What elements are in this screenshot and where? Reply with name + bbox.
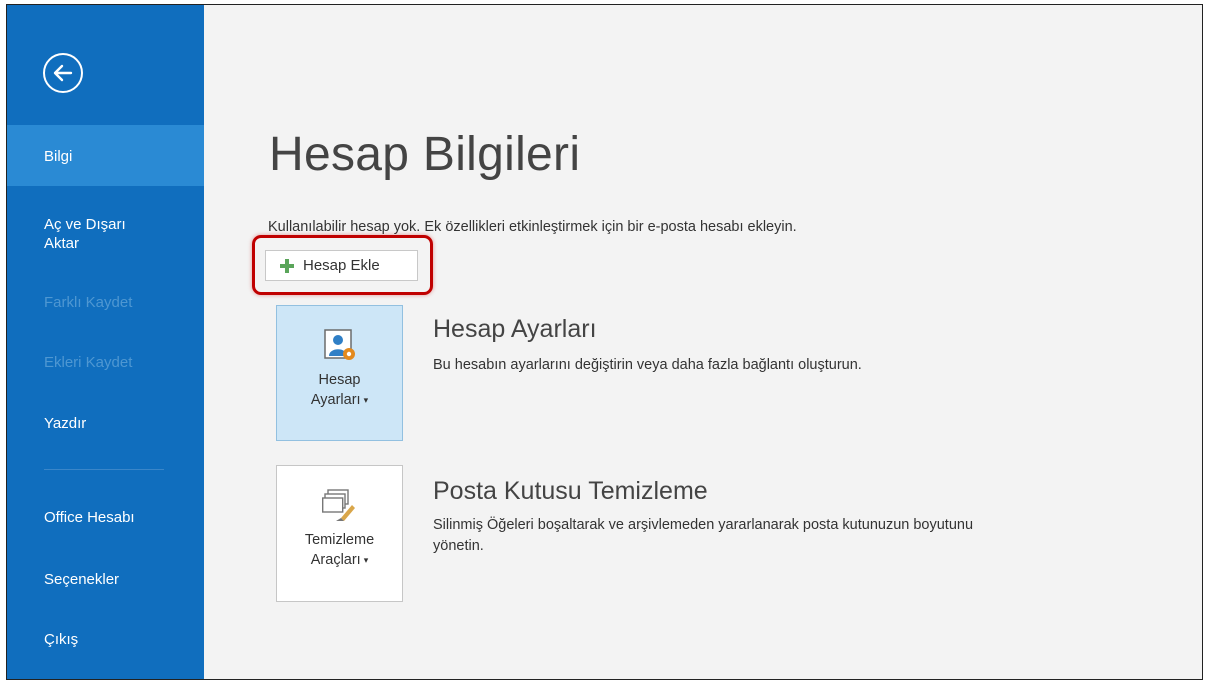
account-settings-description: Bu hesabın ayarlarını değiştirin veya da…: [433, 357, 862, 373]
nav-item-save-attachments: Ekleri Kaydet: [7, 353, 204, 372]
nav-item-info[interactable]: Bilgi: [7, 125, 204, 186]
tile-label: Temizleme: [304, 532, 375, 548]
nav-item-exit[interactable]: Çıkış: [7, 630, 204, 649]
nav-item-label: Seçenekler: [44, 571, 120, 588]
tile-label: Hesap: [318, 372, 361, 388]
back-button[interactable]: [43, 53, 83, 93]
nav-item-label: Office Hesabı: [44, 509, 135, 526]
tile-label: Ayarları: [310, 392, 361, 408]
add-account-button[interactable]: Hesap Ekle: [265, 250, 418, 281]
page-title: Hesap Bilgileri: [269, 128, 581, 181]
nav-item-label: Ekleri Kaydet: [44, 354, 133, 371]
mailbox-cleanup-title: Posta Kutusu Temizleme: [433, 477, 708, 505]
account-settings-button[interactable]: Hesap Ayarları ▾: [276, 305, 403, 441]
account-settings-title: Hesap Ayarları: [433, 315, 597, 343]
account-settings-icon: [323, 329, 355, 360]
plus-icon: [280, 258, 294, 273]
tile-label-with-caret: Ayarları ▾: [311, 390, 368, 410]
backstage-sidebar: Bilgi Aç ve Dışarı Aktar Farklı Kaydet E…: [7, 5, 204, 679]
nav-item-print[interactable]: Yazdır: [7, 414, 204, 433]
nav-item-label: Aktar: [44, 235, 80, 252]
nav-item-label: Çıkış: [44, 631, 79, 648]
mailbox-cleanup-description: Silinmiş Öğeleri boşaltarak ve arşivleme…: [433, 515, 1153, 557]
nav-item-open-export[interactable]: Aç ve Dışarı Aktar: [7, 215, 204, 253]
nav-divider: [44, 469, 164, 470]
tile-label: Araçları: [310, 552, 361, 568]
nav-item-options[interactable]: Seçenekler: [7, 570, 204, 589]
nav-item-save-as: Farklı Kaydet: [7, 293, 204, 312]
arrow-left-circle-icon: [53, 64, 73, 82]
dropdown-caret-icon: ▾: [363, 555, 369, 566]
nav-item-label: Farklı Kaydet: [44, 294, 133, 311]
description-line: yönetin.: [433, 538, 484, 554]
info-text: Kullanılabilir hesap yok. Ek özellikleri…: [268, 219, 797, 235]
nav-item-office-account[interactable]: Office Hesabı: [7, 508, 204, 527]
cleanup-tools-button[interactable]: Temizleme Araçları ▾: [276, 465, 403, 602]
add-account-label: Hesap Ekle: [303, 257, 380, 274]
cleanup-tools-icon: [321, 489, 355, 521]
nav-item-label: Yazdır: [44, 415, 87, 432]
tile-label-with-caret: Araçları ▾: [311, 550, 369, 570]
main-content: Hesap Bilgileri Kullanılabilir hesap yok…: [204, 5, 1202, 679]
backstage-window: Bilgi Aç ve Dışarı Aktar Farklı Kaydet E…: [6, 4, 1203, 680]
dropdown-caret-icon: ▾: [363, 395, 369, 406]
description-line: Silinmiş Öğeleri boşaltarak ve arşivleme…: [433, 517, 974, 533]
nav-item-label: Bilgi: [44, 148, 73, 165]
nav-item-label: Aç ve Dışarı: [44, 216, 126, 233]
